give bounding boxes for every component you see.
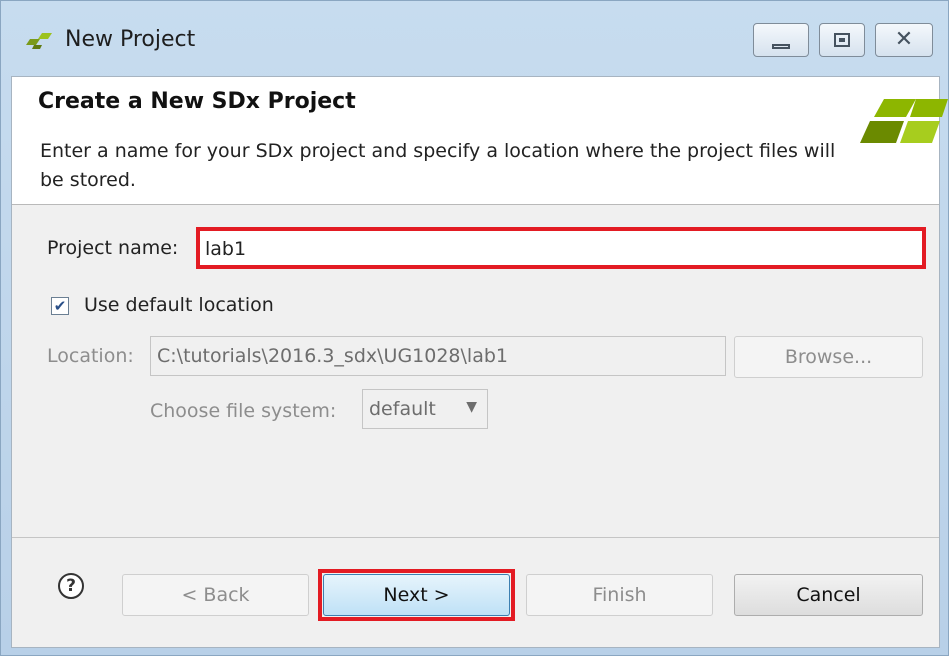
- maximize-button[interactable]: [819, 23, 865, 57]
- new-project-dialog: New Project ✕ Create a New SDx Project E…: [0, 0, 949, 656]
- filesystem-select[interactable]: default ▼: [362, 389, 488, 429]
- chevron-down-icon: ▼: [466, 399, 477, 415]
- checkmark-icon: ✔: [53, 297, 67, 315]
- location-value: C:\tutorials\2016.3_sdx\UG1028\lab1: [157, 345, 508, 367]
- back-label: < Back: [181, 584, 250, 606]
- location-input[interactable]: C:\tutorials\2016.3_sdx\UG1028\lab1: [150, 336, 726, 376]
- footer-divider: [12, 537, 939, 538]
- help-icon[interactable]: ?: [58, 573, 84, 599]
- project-name-input[interactable]: lab1: [198, 230, 924, 268]
- maximize-icon: [834, 33, 850, 47]
- project-name-value: lab1: [205, 238, 247, 260]
- location-label: Location:: [47, 345, 134, 367]
- cancel-button[interactable]: Cancel: [734, 574, 923, 616]
- minimize-button[interactable]: [753, 23, 809, 57]
- wizard-header: Create a New SDx Project Enter a name fo…: [12, 77, 948, 205]
- project-name-label: Project name:: [47, 237, 179, 259]
- filesystem-label: Choose file system:: [150, 400, 337, 422]
- close-button[interactable]: ✕: [875, 23, 933, 57]
- wizard-description: Enter a name for your SDx project and sp…: [40, 140, 836, 191]
- finish-label: Finish: [592, 584, 647, 606]
- title-bar[interactable]: New Project ✕: [1, 1, 948, 76]
- dialog-content: Create a New SDx Project Enter a name fo…: [11, 76, 948, 648]
- xilinx-logo-icon: [860, 99, 948, 143]
- filesystem-value: default: [369, 398, 436, 420]
- help-glyph: ?: [66, 576, 76, 596]
- minimize-icon: [772, 43, 790, 49]
- wizard-title: Create a New SDx Project: [38, 89, 356, 114]
- close-icon: ✕: [894, 27, 914, 52]
- use-default-location-checkbox[interactable]: ✔: [51, 297, 69, 315]
- use-default-location-label[interactable]: Use default location: [84, 294, 274, 316]
- finish-button[interactable]: Finish: [526, 574, 713, 616]
- browse-label: Browse...: [784, 346, 873, 368]
- next-button[interactable]: Next >: [323, 574, 510, 616]
- next-label: Next >: [383, 584, 450, 606]
- browse-button[interactable]: Browse...: [734, 336, 923, 378]
- window-title: New Project: [65, 27, 196, 52]
- back-button[interactable]: < Back: [122, 574, 309, 616]
- xilinx-logo-icon: [26, 33, 52, 49]
- cancel-label: Cancel: [796, 584, 861, 606]
